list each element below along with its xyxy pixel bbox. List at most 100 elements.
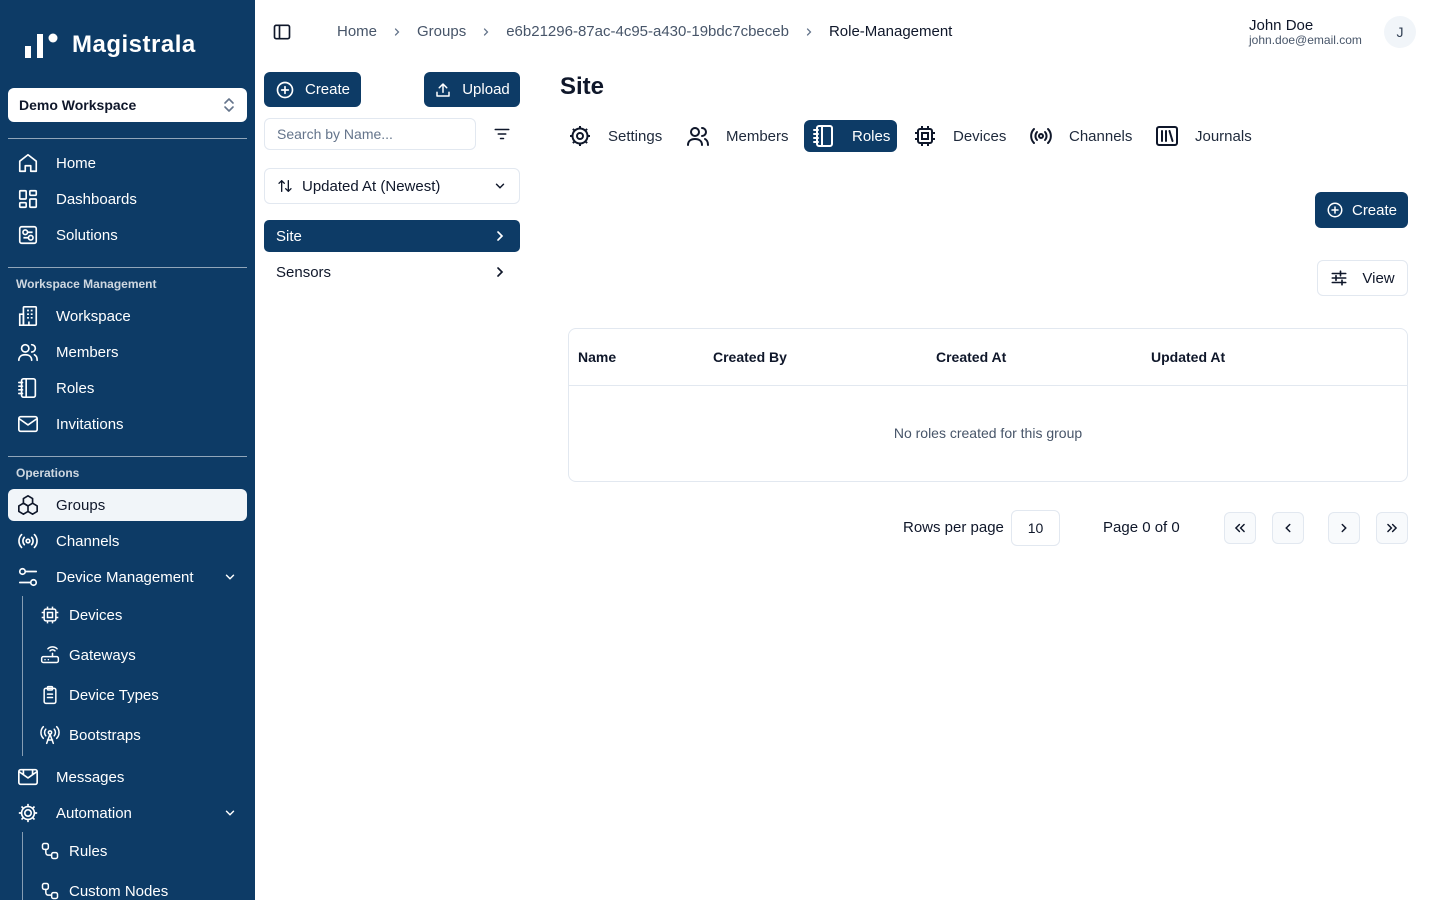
sort-select[interactable]: Updated At (Newest) [264,168,520,204]
sidebar-section-title: Operations [16,466,80,480]
tab-members[interactable]: Members [678,120,797,152]
sidebar-subitem-gateways[interactable]: Gateways [34,639,247,671]
sidebar-toggle-button[interactable] [272,22,292,42]
sidebar-subitem-label: Rules [69,842,108,860]
search-input[interactable] [264,118,476,150]
sidebar: Magistrala Demo Workspace Home Dashboard… [0,0,255,900]
column-header-name[interactable]: Name [578,349,616,365]
sidebar-item-dashboards[interactable]: Dashboards [8,183,247,215]
sidebar-item-automation[interactable]: Automation [8,797,247,829]
breadcrumb: Home Groups e6b21296-87ac-4c95-a430-19bd… [337,23,952,40]
last-page-button[interactable] [1376,512,1408,544]
chevron-down-icon [223,806,237,820]
tab-label: Members [726,127,789,145]
sidebar-subitem-device-types[interactable]: Device Types [34,679,247,711]
view-options-button[interactable]: View [1317,260,1408,296]
user-info[interactable]: John Doe john.doe@email.com [1249,17,1368,46]
workflow-icon [40,881,60,900]
column-header-updated-at[interactable]: Updated At [1151,349,1225,365]
router-icon [40,645,60,665]
user-name: John Doe [1249,17,1314,34]
page-indicator: Page 0 of 0 [1103,519,1180,536]
logo[interactable]: Magistrala [22,30,196,60]
sidebar-subitem-rules[interactable]: Rules [34,835,247,867]
create-role-button[interactable]: Create [1315,192,1408,228]
create-role-button-label: Create [1351,201,1398,219]
sidebar-divider [8,267,247,268]
chevrons-left-icon [1233,521,1247,535]
sidebar-item-groups[interactable]: Groups [8,489,247,521]
sidebar-item-messages[interactable]: Messages [8,761,247,793]
mail-icon [16,412,40,436]
table-header-divider [569,385,1407,386]
sidebar-item-channels[interactable]: Channels [8,525,247,557]
tab-settings[interactable]: Settings [560,120,670,152]
sidebar-subitem-label: Bootstraps [69,726,141,744]
chevron-down-icon [223,570,237,584]
rows-per-page-select[interactable]: 10 [1011,510,1060,546]
breadcrumb-group-id[interactable]: e6b21296-87ac-4c95-a430-19bdc7cbeceb [506,23,789,40]
notebook-icon [812,124,836,148]
sidebar-item-roles[interactable]: Roles [8,372,247,404]
avatar[interactable]: J [1384,16,1416,48]
cpu-icon [40,605,60,625]
create-group-button[interactable]: Create [264,72,361,107]
group-list-item-sensors[interactable]: Sensors [264,256,520,288]
sidebar-item-label: Device Management [56,568,194,586]
sidebar-section-title: Workspace Management [16,277,157,291]
tab-channels[interactable]: Channels [1021,120,1140,152]
breadcrumb-groups[interactable]: Groups [417,23,466,40]
settings-sliders-icon [16,565,40,589]
dashboard-icon [16,187,40,211]
filter-icon[interactable] [493,125,511,143]
previous-page-button[interactable] [1272,512,1304,544]
chevron-right-icon [480,26,492,38]
roles-table: Name Created By Created At Updated At No… [568,328,1408,482]
rows-per-page-label: Rows per page [903,519,1004,536]
column-header-created-by[interactable]: Created By [713,349,787,365]
view-button-label: View [1362,269,1395,287]
chevron-right-icon [492,228,508,244]
page-title: Site [560,73,605,100]
tab-label: Channels [1069,127,1133,145]
clipboard-icon [40,685,60,705]
antenna-icon [40,725,60,745]
tab-label: Roles [852,127,891,145]
tab-label: Settings [608,127,663,145]
sidebar-item-label: Invitations [56,415,124,433]
sidebar-item-workspace[interactable]: Workspace [8,300,247,332]
sidebar-subitem-label: Device Types [69,686,159,704]
sidebar-subitem-devices[interactable]: Devices [34,599,247,631]
sidebar-item-label: Dashboards [56,190,137,208]
chevrons-up-down-icon [222,97,236,113]
workspace-selector[interactable]: Demo Workspace [8,88,247,122]
column-header-created-at[interactable]: Created At [936,349,1006,365]
tab-devices[interactable]: Devices [905,120,1014,152]
plus-circle-icon [1326,201,1344,219]
sidebar-subitem-bootstraps[interactable]: Bootstraps [34,719,247,751]
sidebar-item-invitations[interactable]: Invitations [8,408,247,440]
sidebar-item-solutions[interactable]: Solutions [8,219,247,251]
create-button-label: Create [304,81,351,98]
tab-roles[interactable]: Roles [804,120,897,152]
building-icon [16,304,40,328]
tab-journals[interactable]: Journals [1147,120,1260,152]
sidebar-divider [8,138,247,139]
sidebar-item-device-management[interactable]: Device Management [8,561,247,593]
workspace-selector-label: Demo Workspace [19,97,137,113]
sidebar-item-members[interactable]: Members [8,336,247,368]
first-page-button[interactable] [1224,512,1256,544]
breadcrumb-home[interactable]: Home [337,23,377,40]
sidebar-item-home[interactable]: Home [8,147,247,179]
sort-select-label: Updated At (Newest) [302,177,441,195]
next-page-button[interactable] [1328,512,1360,544]
tab-label: Devices [953,127,1007,145]
sidebar-item-label: Workspace [56,307,131,325]
group-list-item-site[interactable]: Site [264,220,520,252]
sidebar-subitem-label: Custom Nodes [69,882,169,900]
chevrons-right-icon [1385,521,1399,535]
cog-icon [568,124,592,148]
upload-button-label: Upload [462,81,510,98]
upload-button[interactable]: Upload [424,72,520,107]
sidebar-subitem-custom-nodes[interactable]: Custom Nodes [34,875,247,900]
